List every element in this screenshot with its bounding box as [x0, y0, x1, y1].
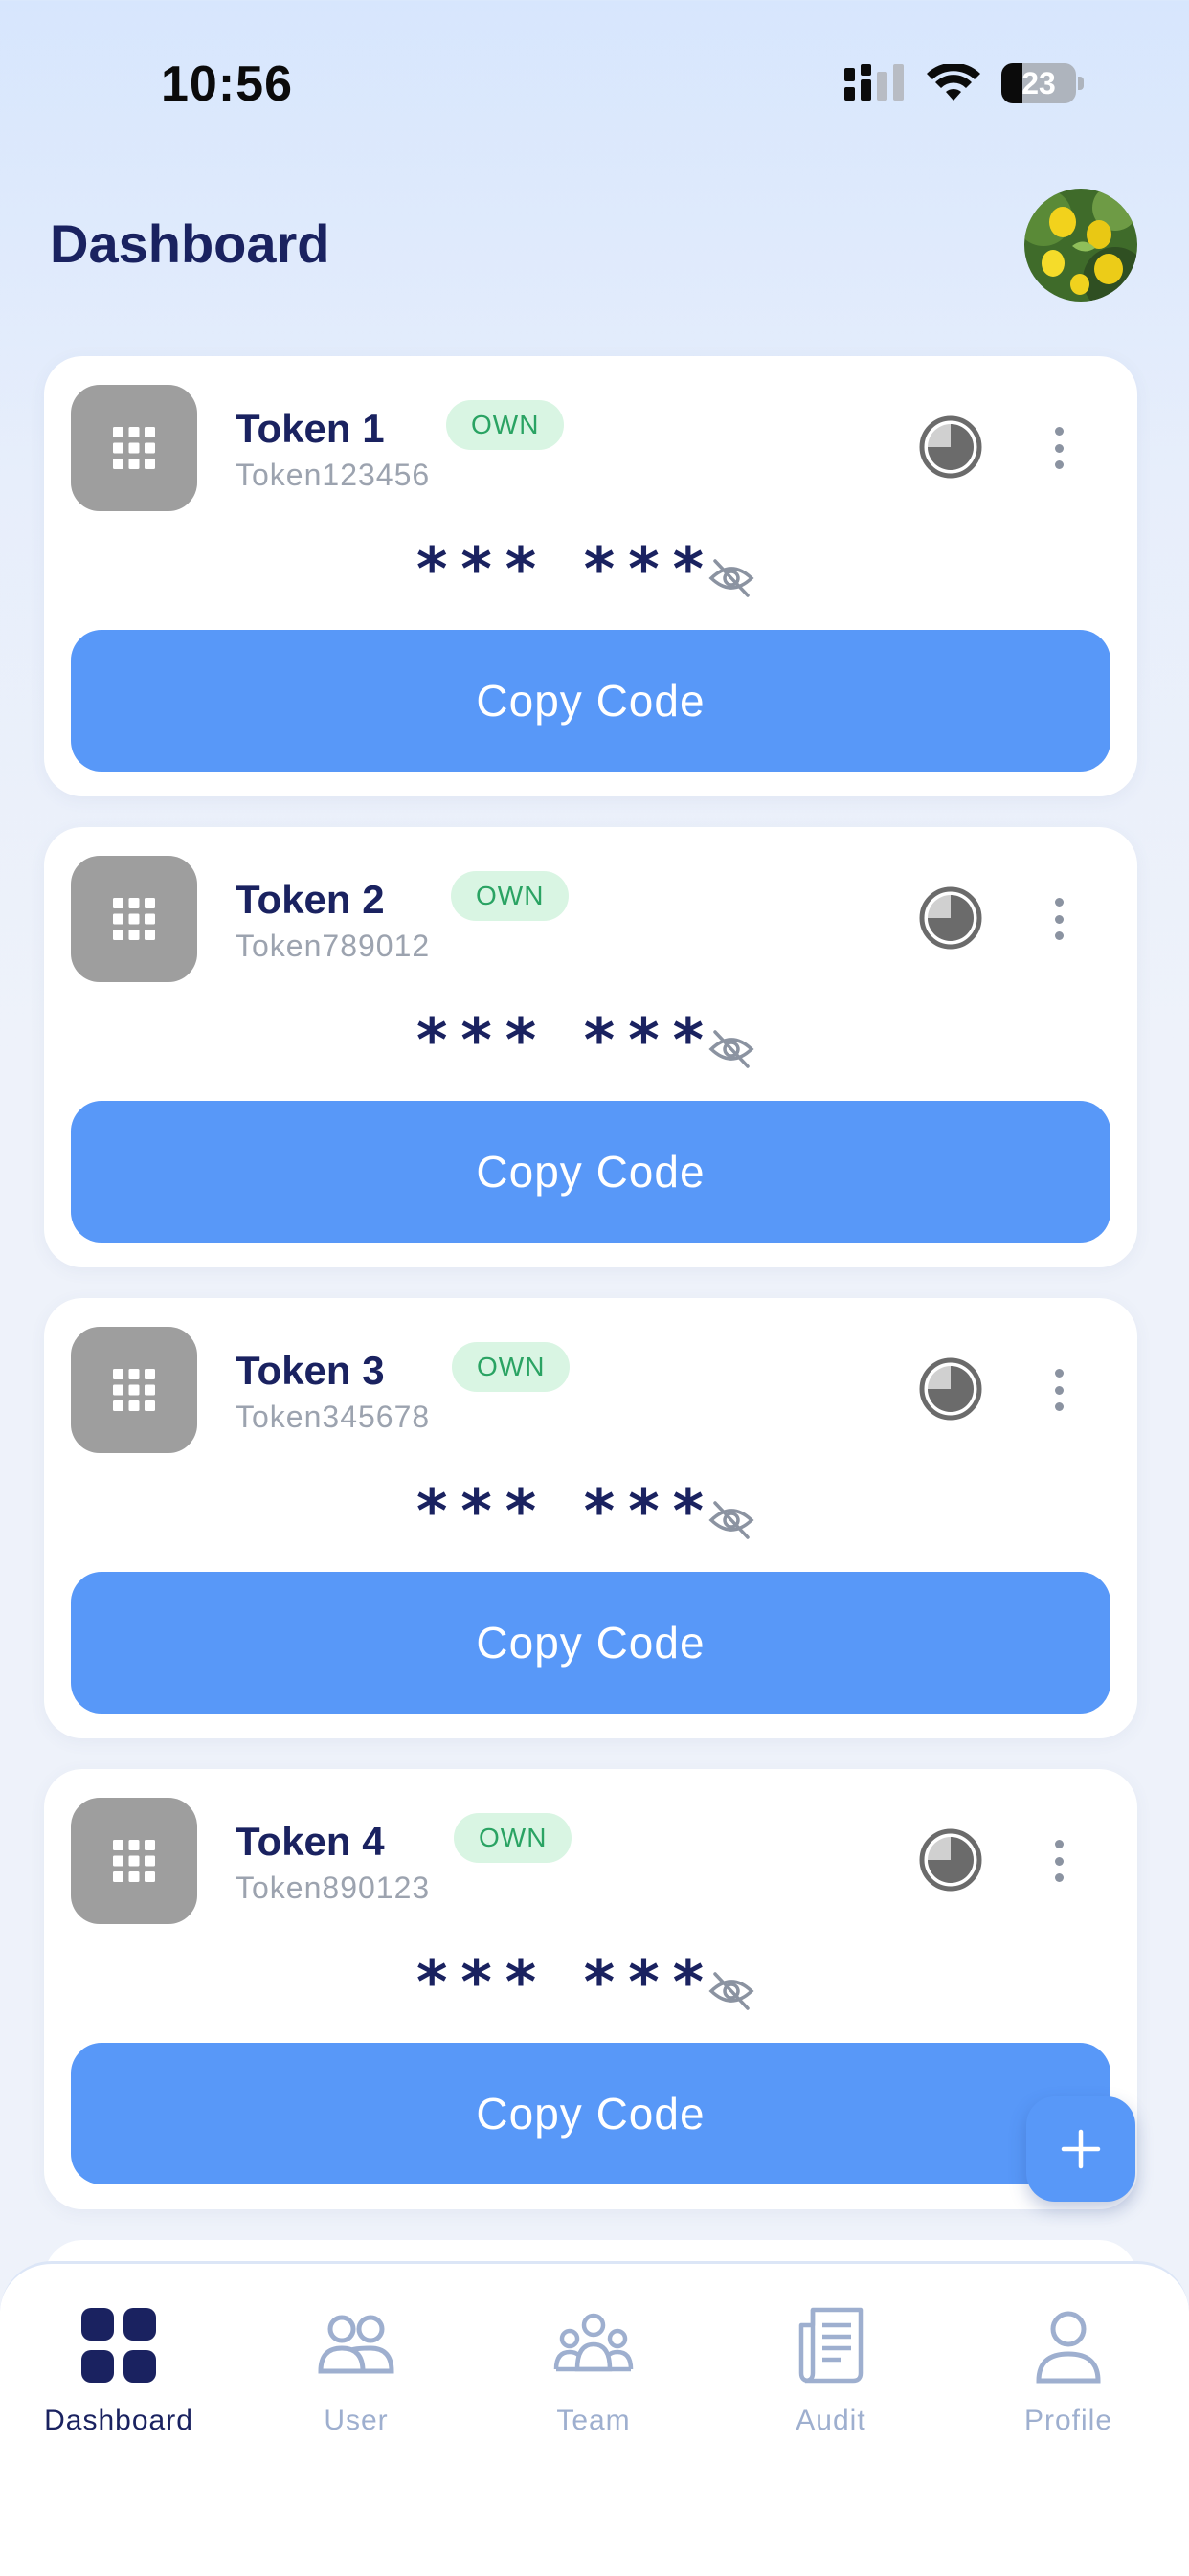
token-app-icon: [71, 385, 197, 511]
audit-document-icon: [798, 2307, 864, 2384]
code-row: *** ***: [44, 1947, 1137, 2017]
own-badge: OWN: [446, 400, 565, 450]
token-card: Token 4 OWN Token890123 *** *** Copy Cod…: [44, 1769, 1137, 2209]
status-bar: 10:56 23: [0, 0, 1189, 153]
countdown-timer-icon: [919, 886, 982, 950]
token-card: Token 3 OWN Token345678 *** *** Copy Cod…: [44, 1298, 1137, 1738]
token-code: *** ***: [415, 1005, 718, 1075]
plus-icon: [1061, 2129, 1101, 2169]
nav-label-user: User: [324, 2405, 389, 2436]
more-options-icon[interactable]: [1040, 898, 1078, 940]
grid-icon: [113, 898, 155, 940]
eye-hidden-icon[interactable]: [707, 1495, 756, 1545]
copy-code-button[interactable]: Copy Code: [71, 630, 1110, 772]
bottom-navigation: Dashboard User Team Audit Profile: [0, 2261, 1189, 2576]
page-title: Dashboard: [50, 213, 330, 274]
countdown-timer-icon: [919, 1357, 982, 1421]
token-card: Token 2 OWN Token789012 *** *** Copy Cod…: [44, 827, 1137, 1267]
more-options-icon[interactable]: [1040, 427, 1078, 469]
token-name: Token 4: [236, 1819, 385, 1864]
nav-label-audit: Audit: [796, 2405, 866, 2436]
nav-dashboard[interactable]: Dashboard: [0, 2302, 237, 2437]
token-name: Token 2: [236, 877, 385, 922]
eye-hidden-icon[interactable]: [707, 1966, 756, 2016]
grid-icon: [113, 1840, 155, 1882]
battery-level: 23: [1021, 65, 1056, 101]
battery-indicator: 23: [1001, 63, 1076, 103]
token-id: Token789012: [236, 929, 431, 963]
token-app-icon: [71, 856, 197, 982]
users-icon: [318, 2315, 394, 2374]
eye-hidden-icon[interactable]: [707, 553, 756, 603]
profile-icon: [1036, 2311, 1101, 2384]
countdown-timer-icon: [919, 1828, 982, 1892]
token-code: *** ***: [415, 534, 718, 604]
dashboard-grid-icon: [81, 2308, 156, 2383]
own-badge: OWN: [452, 1342, 571, 1392]
token-id: Token345678: [236, 1400, 431, 1434]
token-name: Token 1: [236, 406, 385, 451]
status-icons: 23: [844, 63, 1084, 103]
grid-icon: [113, 1369, 155, 1411]
code-row: *** ***: [44, 1005, 1137, 1075]
nav-label-dashboard: Dashboard: [44, 2405, 193, 2436]
team-icon: [553, 2313, 634, 2372]
avatar[interactable]: [1024, 189, 1137, 302]
token-id: Token123456: [236, 458, 431, 492]
copy-code-button[interactable]: Copy Code: [71, 1101, 1110, 1243]
token-app-icon: [71, 1327, 197, 1453]
own-badge: OWN: [451, 871, 570, 921]
nav-profile[interactable]: Profile: [950, 2302, 1187, 2437]
token-name: Token 3: [236, 1348, 385, 1393]
more-options-icon[interactable]: [1040, 1369, 1078, 1411]
copy-code-button[interactable]: Copy Code: [71, 2043, 1110, 2184]
token-id: Token890123: [236, 1870, 431, 1905]
nav-label-profile: Profile: [1023, 2405, 1113, 2436]
nav-label-team: Team: [556, 2405, 631, 2436]
copy-code-button[interactable]: Copy Code: [71, 1572, 1110, 1714]
more-options-icon[interactable]: [1040, 1840, 1078, 1882]
code-row: *** ***: [44, 534, 1137, 604]
status-time: 10:56: [161, 56, 293, 112]
cellular-signal-icon: [844, 64, 904, 101]
nav-team[interactable]: Team: [475, 2302, 712, 2437]
add-token-button[interactable]: [1026, 2096, 1135, 2202]
countdown-timer-icon: [919, 415, 982, 479]
nav-user[interactable]: User: [237, 2302, 475, 2437]
code-row: *** ***: [44, 1476, 1137, 1546]
token-code: *** ***: [415, 1947, 718, 2017]
eye-hidden-icon[interactable]: [707, 1024, 756, 1074]
token-app-icon: [71, 1798, 197, 1924]
wifi-icon: [927, 64, 980, 101]
nav-audit[interactable]: Audit: [712, 2302, 950, 2437]
own-badge: OWN: [454, 1813, 572, 1863]
token-code: *** ***: [415, 1476, 718, 1546]
token-card: Token 1 OWN Token123456 *** *** Copy Cod…: [44, 356, 1137, 796]
grid-icon: [113, 427, 155, 469]
